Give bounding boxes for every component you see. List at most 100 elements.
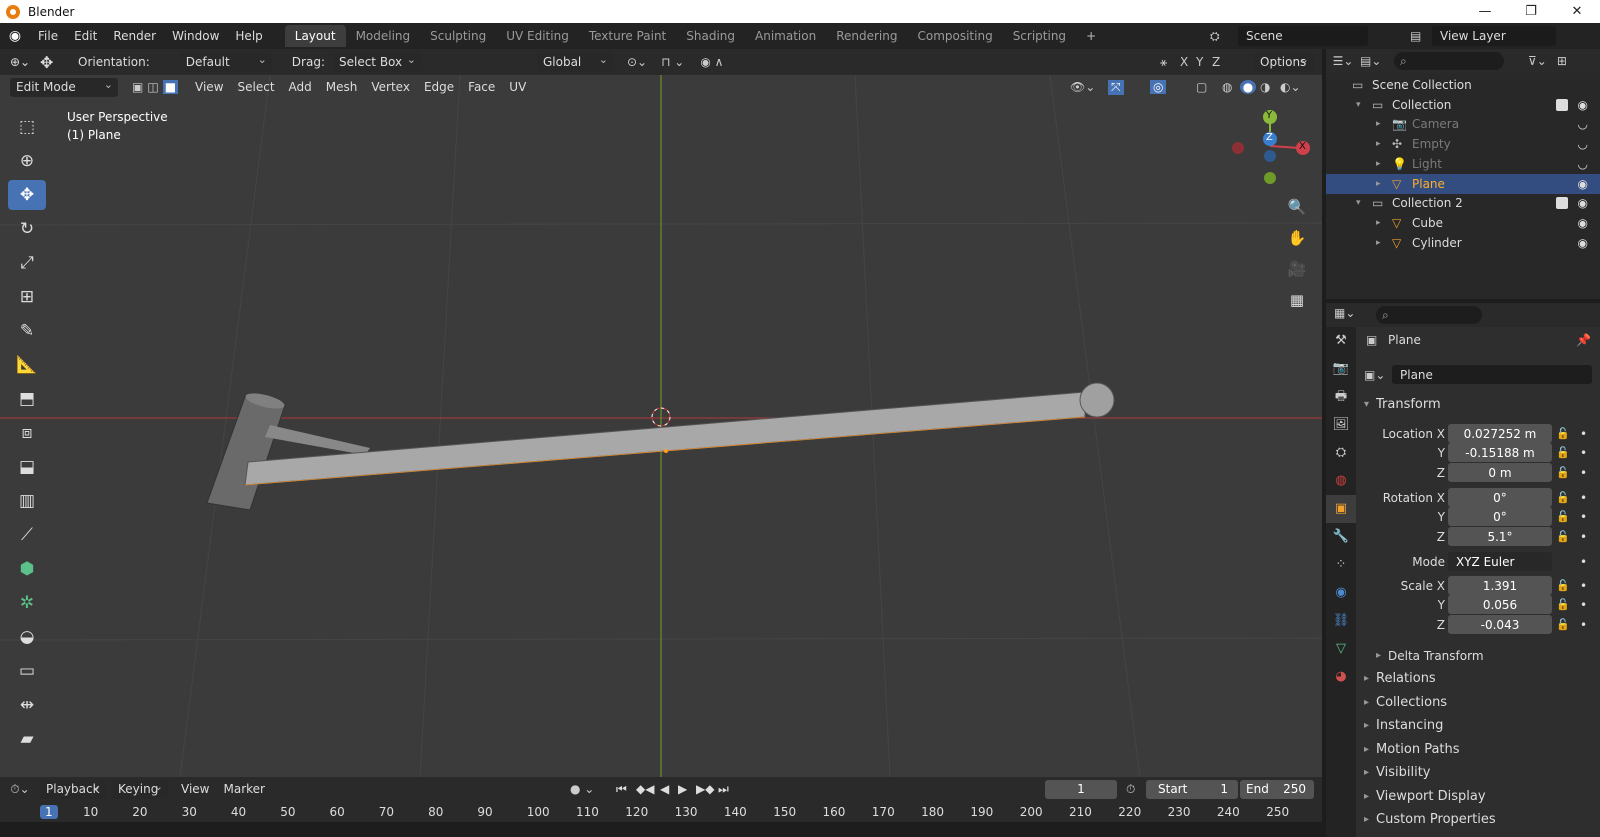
solid-shading-icon[interactable]: ● — [1240, 80, 1256, 94]
scene-icon[interactable]: ⛭ — [1210, 29, 1220, 44]
visibility-eye-icon[interactable]: ◉ — [1578, 95, 1588, 115]
pin-icon[interactable]: 📌 — [1576, 330, 1591, 350]
tab-rendering[interactable]: Rendering — [826, 25, 907, 47]
properties-editor-icon[interactable]: ▦⌄ — [1334, 306, 1355, 320]
menu-window[interactable]: Window — [164, 29, 227, 43]
wireframe-shading-icon[interactable]: ◍ — [1222, 80, 1232, 94]
keyframe-dot-icon[interactable]: • — [1580, 443, 1587, 463]
properties-search-field[interactable]: ⌕ — [1376, 306, 1482, 324]
transform-orientation-dropdown[interactable]: Global — [536, 50, 613, 72]
mode-dropdown[interactable]: Edit Mode — [10, 75, 118, 97]
playback-menu[interactable]: Playback — [40, 777, 106, 799]
material-tab-icon[interactable]: ◕ — [1326, 663, 1356, 691]
visibility-eye-icon[interactable]: ◉ — [1578, 174, 1588, 194]
view-layer-selector[interactable]: View Layer — [1432, 26, 1556, 46]
knife-tool-icon[interactable]: ⟋ — [8, 520, 46, 550]
keyframe-dot-icon[interactable]: • — [1580, 552, 1587, 572]
prev-keyframe-icon[interactable]: ◆◀ — [636, 782, 654, 796]
end-frame-field[interactable]: End 250 — [1240, 779, 1314, 799]
keyframe-dot-icon[interactable]: • — [1580, 615, 1587, 635]
blender-menu-icon[interactable]: ◉ — [0, 28, 30, 44]
outliner-row[interactable]: ▸ 💡 Light ◡ — [1326, 154, 1600, 174]
cursor-tool-icon[interactable]: ⊕ — [8, 146, 46, 176]
tab-modeling[interactable]: Modeling — [346, 25, 421, 47]
outliner-search-field[interactable]: ⌕ — [1394, 52, 1504, 70]
data-tab-icon[interactable]: ▽ — [1326, 635, 1356, 663]
close-window-button[interactable]: ✕ — [1554, 0, 1600, 23]
play-reverse-icon[interactable]: ◀ — [660, 782, 669, 796]
outliner-editor-icon[interactable]: ☰⌄ — [1326, 54, 1360, 68]
new-collection-icon[interactable]: ⊞ — [1557, 54, 1567, 68]
visibility-eye-icon[interactable]: ◡ — [1578, 134, 1588, 154]
object-name-field[interactable]: Plane — [1392, 365, 1592, 384]
record-icon[interactable]: ● ⌄ — [570, 782, 594, 796]
delta-transform-panel[interactable]: Delta Transform — [1368, 645, 1600, 667]
lock-icon[interactable]: 🔓 — [1556, 507, 1570, 527]
outliner-row[interactable]: ▾ ▭ Collection 2 ◉ — [1326, 193, 1600, 213]
expand-toggle-icon[interactable]: ▾ — [1356, 196, 1370, 210]
outliner-row[interactable]: ▾ ▭ Collection ◉ — [1326, 95, 1600, 115]
mirror-z-button[interactable]: Z — [1212, 55, 1220, 69]
menu-file[interactable]: File — [30, 29, 66, 43]
constraints-tab-icon[interactable]: ⛓ — [1326, 607, 1356, 635]
camera-view-icon[interactable]: 🎥 — [1285, 257, 1309, 281]
3d-viewport[interactable]: Y X Z — [0, 75, 1322, 777]
edge-slide-tool-icon[interactable]: ▭ — [8, 656, 46, 686]
xray-icon[interactable]: ▢ — [1196, 80, 1207, 94]
object-tab-icon[interactable]: ▣ — [1326, 495, 1356, 523]
rotation-y-field[interactable]: 0° — [1448, 507, 1552, 526]
menu-mesh[interactable]: Mesh — [319, 77, 365, 97]
physics-tab-icon[interactable]: ◉ — [1326, 579, 1356, 607]
select-box-icon[interactable]: ⬚ — [8, 112, 46, 142]
scale-tool-icon[interactable]: ⤢ — [8, 248, 46, 278]
menu-edit[interactable]: Edit — [66, 29, 105, 43]
menu-edge[interactable]: Edge — [417, 77, 461, 97]
current-frame-marker[interactable]: 1 — [40, 804, 58, 819]
lock-icon[interactable]: 🔓 — [1556, 527, 1570, 547]
zoom-icon[interactable]: 🔍 — [1285, 195, 1309, 219]
visibility-eye-icon[interactable]: ◉ — [1578, 213, 1588, 233]
snap-icon[interactable]: ⊓ ⌄ — [661, 55, 684, 69]
outliner-row[interactable]: ▸ ▽ Cube ◉ — [1326, 213, 1600, 233]
select-mode-vertex-icon[interactable]: ▣ — [132, 80, 143, 94]
mirror-x-button[interactable]: X — [1180, 55, 1188, 69]
keyframe-dot-icon[interactable]: • — [1580, 507, 1587, 527]
stopwatch-icon[interactable]: ⏱ — [1126, 782, 1135, 797]
collections-panel[interactable]: Collections — [1356, 692, 1600, 714]
proportional-editing-icon[interactable]: ◉ ∧ — [700, 55, 723, 69]
lock-icon[interactable]: 🔓 — [1556, 595, 1570, 615]
view-layer-icon[interactable]: ▤ — [1410, 29, 1421, 43]
motion-paths-panel[interactable]: Motion Paths — [1356, 739, 1600, 761]
ortho-toggle-icon[interactable]: ▦ — [1285, 288, 1309, 312]
pivot-point-icon[interactable]: ⊙⌄ — [627, 55, 647, 69]
material-shading-icon[interactable]: ◑ — [1260, 80, 1270, 94]
current-frame-field[interactable]: 1 — [1045, 779, 1117, 799]
editor-type-icon[interactable]: ⊕⌄ — [0, 55, 40, 69]
keying-menu[interactable]: Keying — [112, 777, 168, 799]
expand-toggle-icon[interactable]: ▸ — [1376, 157, 1390, 171]
location-y-field[interactable]: -0.15188 m — [1448, 443, 1552, 462]
transform-pivot-icon[interactable]: ✥ — [40, 53, 70, 72]
lock-icon[interactable]: 🔓 — [1556, 576, 1570, 596]
outliner-row[interactable]: ▸ 📷 Camera ◡ — [1326, 114, 1600, 134]
world-tab-icon[interactable]: ◍ — [1326, 467, 1356, 495]
drag-dropdown[interactable]: Select Box — [332, 50, 421, 72]
custom-properties-panel[interactable]: Custom Properties — [1356, 809, 1600, 831]
rotation-z-field[interactable]: 5.1° — [1448, 527, 1552, 546]
maximize-button[interactable]: ❐ — [1508, 0, 1554, 23]
next-keyframe-icon[interactable]: ▶◆ — [696, 782, 714, 796]
visibility-panel[interactable]: Visibility — [1356, 762, 1600, 784]
tab-uv-editing[interactable]: UV Editing — [496, 25, 579, 47]
keyframe-dot-icon[interactable]: • — [1580, 488, 1587, 508]
minimize-button[interactable]: — — [1462, 0, 1508, 23]
start-frame-field[interactable]: Start 1 — [1146, 779, 1238, 799]
menu-add[interactable]: Add — [282, 77, 319, 97]
tab-shading[interactable]: Shading — [676, 25, 745, 47]
marker-menu[interactable]: Marker — [216, 779, 271, 799]
outliner-row[interactable]: ▸ ▽ Cylinder ◉ — [1326, 233, 1600, 253]
keyframe-dot-icon[interactable]: • — [1580, 424, 1587, 444]
gizmo-y-label[interactable]: Y — [1266, 110, 1272, 121]
expand-toggle-icon[interactable]: ▸ — [1376, 236, 1390, 250]
exclude-checkbox[interactable] — [1556, 98, 1568, 111]
rotate-tool-icon[interactable]: ↻ — [8, 214, 46, 244]
